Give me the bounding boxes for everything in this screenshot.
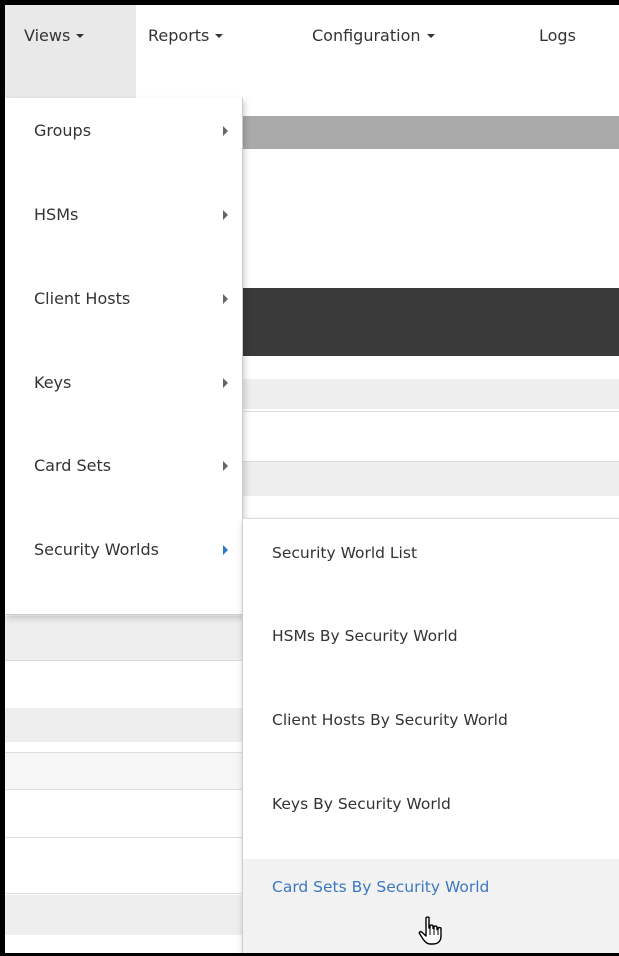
menu-item-hsms[interactable]: HSMs — [5, 194, 242, 234]
top-navbar: Views Reports Configuration Logs — [5, 5, 619, 98]
menu-item-label: Security Worlds — [34, 540, 159, 559]
nav-views[interactable]: Views — [5, 5, 136, 98]
chevron-right-icon — [223, 294, 228, 304]
nav-logs-label: Logs — [539, 26, 576, 45]
nav-logs[interactable]: Logs — [535, 5, 619, 98]
chevron-right-icon — [223, 126, 228, 136]
submenu-item-label: Client Hosts By Security World — [272, 711, 508, 729]
chevron-right-icon — [223, 210, 228, 220]
menu-item-card-sets[interactable]: Card Sets — [5, 445, 242, 485]
chevron-right-icon — [223, 461, 228, 471]
menu-item-label: Client Hosts — [34, 289, 131, 308]
menu-item-label: Keys — [34, 373, 72, 392]
caret-down-icon — [76, 33, 85, 38]
nav-configuration-label: Configuration — [312, 26, 421, 45]
chevron-right-icon — [223, 378, 228, 388]
caret-down-icon — [215, 33, 224, 38]
submenu-item-label: Keys By Security World — [272, 795, 451, 813]
submenu-item-hsms-by-security-world[interactable]: HSMs By Security World — [243, 608, 619, 668]
submenu-item-security-world-list[interactable]: Security World List — [243, 525, 619, 585]
caret-down-icon — [426, 33, 435, 38]
views-dropdown-menu: Groups HSMs Client Hosts Keys Card Sets … — [5, 98, 243, 615]
menu-item-client-hosts[interactable]: Client Hosts — [5, 278, 242, 318]
submenu-item-label: Card Sets By Security World — [272, 878, 490, 896]
menu-item-groups[interactable]: Groups — [5, 110, 242, 150]
chevron-right-icon — [223, 545, 228, 555]
app-window: Views Reports Configuration Logs Groups … — [5, 5, 619, 953]
hand-pointer-icon — [418, 916, 442, 945]
menu-item-keys[interactable]: Keys — [5, 362, 242, 402]
submenu-item-keys-by-security-world[interactable]: Keys By Security World — [243, 776, 619, 836]
menu-item-label: HSMs — [34, 205, 79, 224]
submenu-item-label: HSMs By Security World — [272, 627, 458, 645]
menu-item-label: Card Sets — [34, 456, 112, 475]
nav-configuration[interactable]: Configuration — [276, 5, 490, 98]
nav-views-label: Views — [24, 26, 71, 45]
submenu-item-client-hosts-by-security-world[interactable]: Client Hosts By Security World — [243, 692, 619, 752]
submenu-item-label: Security World List — [272, 544, 418, 562]
menu-item-security-worlds[interactable]: Security Worlds — [5, 529, 242, 569]
security-worlds-submenu: Security World List HSMs By Security Wor… — [242, 518, 619, 953]
nav-reports-label: Reports — [148, 26, 210, 45]
menu-item-label: Groups — [34, 121, 92, 140]
nav-reports[interactable]: Reports — [136, 5, 276, 98]
